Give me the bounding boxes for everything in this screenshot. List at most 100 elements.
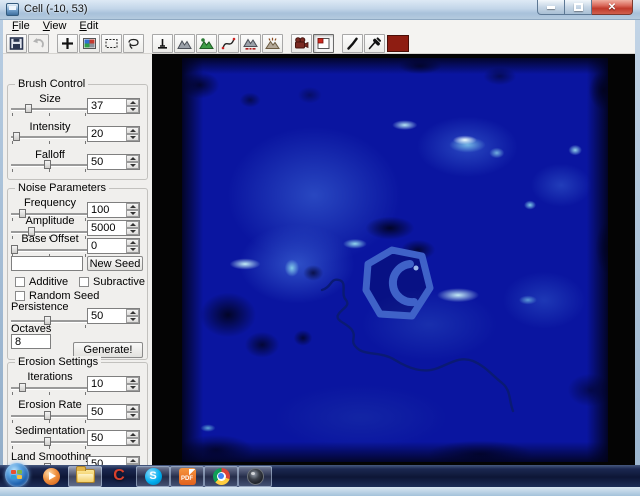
brush-stroke-button[interactable]	[342, 34, 363, 53]
spin-down-button[interactable]	[126, 162, 139, 169]
overlay-toggle-button[interactable]	[313, 34, 334, 53]
new-seed-button[interactable]: New Seed	[87, 256, 143, 271]
spin-down-button[interactable]	[126, 134, 139, 141]
spin-up-button[interactable]	[126, 405, 139, 412]
eyedropper-icon	[367, 37, 382, 50]
eyedropper-button[interactable]	[364, 34, 385, 53]
menu-view[interactable]: View	[38, 20, 75, 33]
persistence-input[interactable]	[88, 309, 126, 323]
spin-up-button[interactable]	[126, 457, 139, 464]
advanced-terrain-button[interactable]	[240, 34, 261, 53]
sedimentation-slider-thumb[interactable]	[44, 437, 51, 446]
crosshair-button[interactable]	[57, 34, 78, 53]
taskbar-chrome[interactable]	[204, 466, 238, 487]
spin-up-button[interactable]	[126, 127, 139, 134]
close-button[interactable]: ✕	[592, 0, 633, 15]
falloff-input[interactable]	[88, 155, 126, 169]
octaves-input[interactable]	[11, 334, 51, 349]
subractive-checkbox[interactable]	[79, 277, 89, 287]
land-smoothing-input[interactable]	[88, 457, 126, 465]
additive-checkbox[interactable]	[15, 277, 25, 287]
iterations-label: Iterations	[11, 372, 89, 383]
erode-terrain-button[interactable]	[262, 34, 283, 53]
taskbar-ccleaner[interactable]: C	[102, 466, 136, 487]
rect-select-button[interactable]	[101, 34, 122, 53]
size-spinner	[126, 99, 139, 113]
sedimentation-slider[interactable]	[11, 437, 87, 449]
terrain-canvas[interactable]	[152, 54, 635, 465]
sedimentation-field	[87, 430, 140, 446]
curve-tool-button[interactable]	[218, 34, 239, 53]
size-slider[interactable]	[11, 104, 87, 116]
erosion-rate-slider[interactable]	[11, 411, 87, 423]
spin-down-button[interactable]	[126, 228, 139, 235]
sedimentation-spinner	[126, 431, 139, 445]
base-offset-slider-thumb[interactable]	[11, 245, 18, 254]
iterations-slider[interactable]	[11, 383, 87, 395]
spin-down-button[interactable]	[126, 384, 139, 391]
amplitude-input[interactable]	[88, 221, 126, 235]
intensity-slider[interactable]	[11, 132, 87, 144]
start-button[interactable]	[0, 466, 34, 487]
sedimentation-input[interactable]	[88, 431, 126, 445]
spin-up-button[interactable]	[126, 155, 139, 162]
minimize-button[interactable]	[537, 0, 565, 15]
spin-down-button[interactable]	[126, 210, 139, 217]
menu-file[interactable]: File	[7, 20, 38, 33]
spin-down-button[interactable]	[126, 106, 139, 113]
render-camera-button[interactable]	[291, 34, 312, 53]
spin-up-button[interactable]	[126, 221, 139, 228]
intensity-field	[87, 126, 140, 142]
erosion-rate-slider-thumb[interactable]	[44, 411, 51, 420]
seed-input[interactable]	[11, 256, 83, 271]
taskbar-media-globe[interactable]	[238, 466, 272, 487]
taskbar: C S PDF	[0, 465, 640, 487]
maximize-button[interactable]	[565, 0, 592, 15]
taskbar-pdf[interactable]: PDF	[170, 466, 204, 487]
plumb-level-button[interactable]	[152, 34, 173, 53]
raise-terrain-button[interactable]	[174, 34, 195, 53]
spin-up-button[interactable]	[126, 203, 139, 210]
menu-edit[interactable]: Edit	[74, 20, 106, 33]
spin-down-button[interactable]	[126, 316, 139, 323]
size-input[interactable]	[88, 99, 126, 113]
spin-down-button[interactable]	[126, 412, 139, 419]
frequency-input[interactable]	[88, 203, 126, 217]
base-offset-input[interactable]	[88, 239, 126, 253]
spin-down-button[interactable]	[126, 438, 139, 445]
spin-down-button[interactable]	[126, 246, 139, 253]
heightmap-image[interactable]	[182, 58, 608, 462]
iterations-slider-thumb[interactable]	[19, 383, 26, 392]
spin-up-button[interactable]	[126, 239, 139, 246]
size-slider-thumb[interactable]	[25, 104, 32, 113]
taskbar-skype[interactable]: S	[136, 466, 170, 487]
spin-up-button[interactable]	[126, 431, 139, 438]
save-button[interactable]	[6, 34, 27, 53]
persistence-spinner	[126, 309, 139, 323]
intensity-input[interactable]	[88, 127, 126, 141]
taskbar-media-player[interactable]	[34, 466, 68, 487]
falloff-slider[interactable]	[11, 160, 87, 172]
vegetation-button[interactable]	[196, 34, 217, 53]
subractive-checkbox-row: Subractive	[79, 276, 145, 288]
color-swatch[interactable]	[387, 35, 409, 52]
random-seed-checkbox[interactable]	[15, 291, 25, 301]
lasso-select-button[interactable]	[123, 34, 144, 53]
title-bar[interactable]: Cell (-10, 53) ✕	[0, 0, 640, 20]
falloff-slider-thumb[interactable]	[44, 160, 51, 169]
spin-up-button[interactable]	[126, 377, 139, 384]
pdf-icon: PDF	[179, 468, 196, 485]
undo-button[interactable]	[28, 34, 49, 53]
amplitude-field	[87, 220, 140, 236]
paint-map-button[interactable]	[79, 34, 100, 53]
spin-up-button[interactable]	[126, 309, 139, 316]
toolbar-separator	[145, 43, 152, 44]
erosion-rate-input[interactable]	[88, 405, 126, 419]
taskbar-explorer[interactable]	[68, 466, 102, 487]
vegetation-icon	[199, 37, 214, 50]
window-title: Cell (-10, 53)	[24, 3, 88, 15]
iterations-input[interactable]	[88, 377, 126, 391]
land-smoothing-label: Land Smoothing	[11, 452, 89, 463]
spin-up-button[interactable]	[126, 99, 139, 106]
intensity-slider-thumb[interactable]	[13, 132, 20, 141]
